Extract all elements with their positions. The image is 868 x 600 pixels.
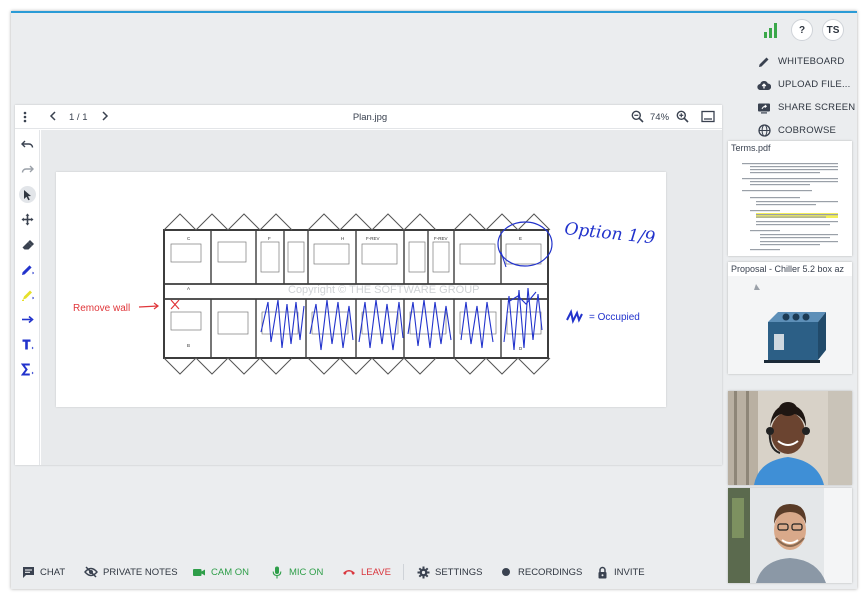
pencil-icon bbox=[757, 55, 771, 69]
select-pointer-icon[interactable] bbox=[19, 186, 36, 203]
sigma-tool-icon[interactable] bbox=[19, 361, 36, 378]
eraser-icon[interactable] bbox=[19, 236, 36, 253]
recordings-label: RECORDINGS bbox=[518, 566, 583, 578]
next-page-icon[interactable] bbox=[101, 110, 109, 125]
invite-button[interactable]: INVITE bbox=[595, 565, 645, 579]
camera-icon bbox=[192, 565, 206, 579]
occupied-legend-label: = Occupied bbox=[589, 312, 640, 323]
zoom-out-icon[interactable] bbox=[631, 110, 644, 126]
upload-file-label: UPLOAD FILE... bbox=[778, 79, 851, 90]
recordings-button[interactable]: RECORDINGS bbox=[499, 565, 582, 579]
document-viewer: 1 / 1 Plan.jpg 74% C F H F-REV F-REV E D… bbox=[15, 105, 722, 465]
occupied-scribbles bbox=[260, 287, 543, 351]
microphone-toggle-button[interactable]: MIC ON bbox=[270, 565, 323, 579]
bottom-toolbar: CHAT PRIVATE NOTES CAM ON MIC ON LEAVE S… bbox=[11, 561, 722, 583]
room-label-b: B bbox=[187, 343, 190, 348]
annotation-toolbar bbox=[15, 130, 40, 465]
participant-video-2-image bbox=[728, 488, 852, 583]
share-screen-label: SHARE SCREEN bbox=[778, 102, 856, 113]
private-notes-label: PRIVATE NOTES bbox=[103, 566, 178, 578]
toggle-panel-icon[interactable] bbox=[701, 110, 715, 126]
room-label-d: D bbox=[519, 346, 523, 351]
floor-plan-drawing: C F H F-REV F-REV E D B A Copyright © TH… bbox=[73, 213, 656, 375]
terms-page-preview bbox=[733, 157, 847, 253]
help-button[interactable]: ? bbox=[791, 19, 813, 41]
microphone-icon bbox=[270, 565, 284, 579]
camera-toggle-button[interactable]: CAM ON bbox=[192, 565, 249, 579]
mic-on-label: MIC ON bbox=[289, 566, 324, 578]
screen-share-icon bbox=[757, 101, 771, 115]
zoom-in-icon[interactable] bbox=[676, 110, 689, 126]
toolbar-divider bbox=[403, 564, 404, 580]
cam-on-label: CAM ON bbox=[211, 566, 249, 578]
option-annotation: Option 1/9 bbox=[563, 219, 656, 248]
file-name: Plan.jpg bbox=[352, 112, 388, 123]
settings-button[interactable]: SETTINGS bbox=[416, 565, 483, 579]
cobrowse-label: COBROWSE bbox=[778, 125, 837, 136]
room-label-h: H bbox=[341, 236, 344, 241]
whiteboard-label: WHITEBOARD bbox=[778, 56, 845, 67]
document-title: Proposal - Chiller 5.2 box az bbox=[731, 264, 845, 274]
participant-video-1[interactable] bbox=[728, 391, 852, 485]
chat-label: CHAT bbox=[40, 566, 66, 578]
eye-off-icon bbox=[84, 565, 98, 579]
signal-strength-icon bbox=[764, 23, 777, 38]
room-label-f: F bbox=[268, 236, 271, 241]
undo-icon[interactable] bbox=[19, 136, 36, 153]
private-notes-button[interactable]: PRIVATE NOTES bbox=[84, 565, 178, 579]
chat-icon bbox=[21, 565, 35, 579]
room-label-a: A bbox=[187, 286, 190, 291]
redo-icon[interactable] bbox=[19, 161, 36, 178]
room-label-f-rev-1: F-REV bbox=[366, 236, 380, 241]
document-thumbnail-proposal[interactable]: Proposal - Chiller 5.2 box az bbox=[728, 262, 852, 374]
leave-label: LEAVE bbox=[361, 566, 391, 578]
chat-button[interactable]: CHAT bbox=[21, 565, 65, 579]
participant-video-2[interactable] bbox=[728, 488, 852, 583]
room-label-f-rev-2: F-REV bbox=[434, 236, 448, 241]
zoom-level: 74% bbox=[650, 112, 670, 123]
highlighter-tool-icon[interactable] bbox=[19, 286, 36, 303]
more-options-icon[interactable] bbox=[23, 111, 31, 126]
cobrowse-button[interactable]: COBROWSE bbox=[757, 119, 857, 142]
gear-icon bbox=[416, 565, 430, 579]
participant-video-1-image bbox=[728, 391, 852, 485]
lock-icon bbox=[595, 565, 609, 579]
share-screen-button[interactable]: SHARE SCREEN bbox=[757, 96, 857, 119]
floor-plan-page[interactable]: C F H F-REV F-REV E D B A Copyright © TH… bbox=[56, 172, 666, 407]
pen-tool-icon[interactable] bbox=[19, 261, 36, 278]
text-tool-icon[interactable] bbox=[19, 336, 36, 353]
cloud-upload-icon bbox=[757, 78, 771, 92]
legend-swatch bbox=[566, 309, 583, 324]
page-indicator: 1 / 1 bbox=[69, 112, 88, 123]
room-label-c: C bbox=[187, 236, 191, 241]
app-window: ? TS WHITEBOARD UPLOAD FILE... SHARE SCR… bbox=[11, 11, 857, 589]
hang-up-icon bbox=[342, 565, 356, 579]
upload-file-button[interactable]: UPLOAD FILE... bbox=[757, 73, 857, 96]
remove-wall-annotation: Remove wall bbox=[73, 303, 130, 314]
invite-label: INVITE bbox=[614, 566, 645, 578]
whiteboard-button[interactable]: WHITEBOARD bbox=[757, 50, 857, 73]
leave-button[interactable]: LEAVE bbox=[342, 565, 391, 579]
globe-icon bbox=[757, 124, 771, 138]
previous-page-icon[interactable] bbox=[49, 110, 57, 125]
document-thumbnail-terms[interactable]: Terms.pdf bbox=[728, 141, 852, 256]
settings-label: SETTINGS bbox=[435, 566, 483, 578]
user-avatar-button[interactable]: TS bbox=[822, 19, 844, 41]
watermark-text: Copyright © THE SOFTWARE GROUP bbox=[288, 284, 479, 296]
document-canvas[interactable]: C F H F-REV F-REV E D B A Copyright © TH… bbox=[41, 130, 722, 465]
record-icon bbox=[499, 565, 513, 579]
share-actions: WHITEBOARD UPLOAD FILE... SHARE SCREEN C… bbox=[757, 50, 857, 142]
move-icon[interactable] bbox=[19, 211, 36, 228]
red-arrow-annotation bbox=[138, 299, 180, 310]
viewer-toolbar: 1 / 1 Plan.jpg 74% bbox=[15, 105, 722, 129]
chiller-image-preview bbox=[728, 276, 852, 374]
room-label-e: E bbox=[519, 236, 522, 241]
arrow-tool-icon[interactable] bbox=[19, 311, 36, 328]
document-title: Terms.pdf bbox=[731, 143, 771, 153]
